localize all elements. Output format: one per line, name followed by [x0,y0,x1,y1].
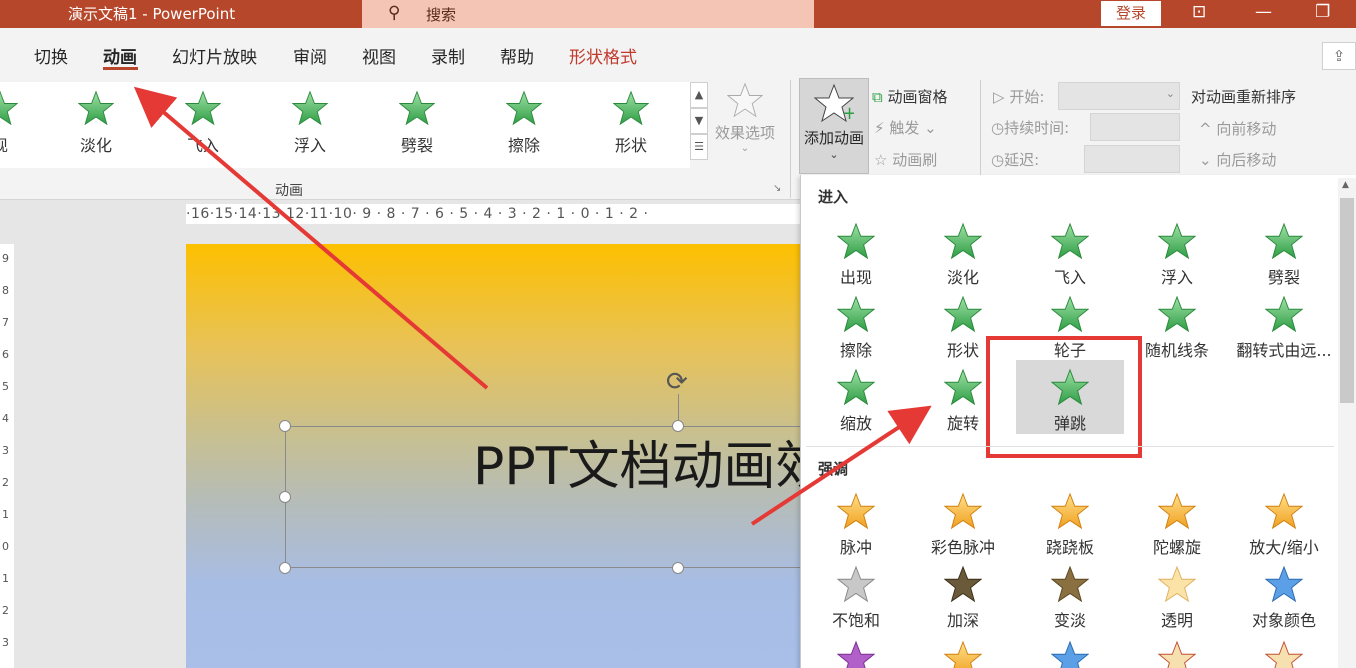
annotation-arrows [133,86,932,526]
arrow-to-bounce [750,405,932,526]
arrow-to-animation-tab [133,86,489,390]
